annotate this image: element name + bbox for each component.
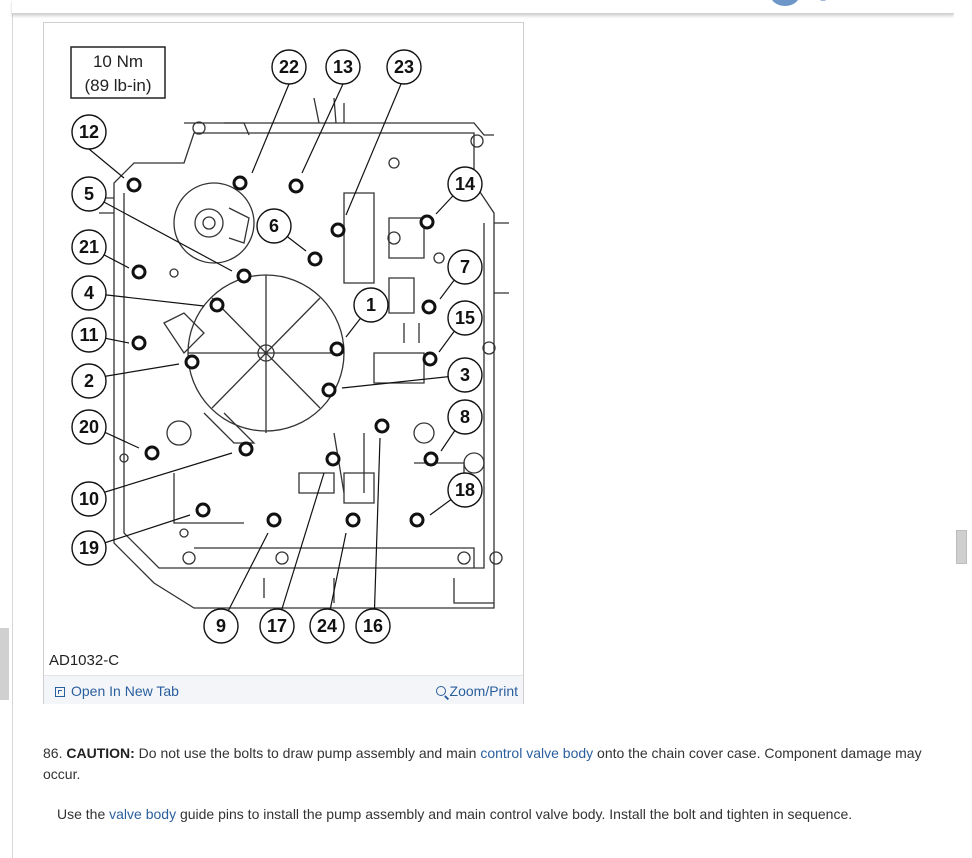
svg-text:2: 2	[84, 371, 94, 391]
svg-text:10: 10	[79, 489, 99, 509]
svg-text:12: 12	[79, 122, 99, 142]
new-tab-icon	[55, 687, 65, 697]
callout-18: 18	[447, 472, 483, 508]
svg-text:20: 20	[79, 417, 99, 437]
callout-8: 8	[447, 399, 483, 435]
svg-text:14: 14	[455, 174, 475, 194]
left-panel-edge	[0, 0, 13, 858]
svg-text:7: 7	[460, 257, 470, 277]
step-instruction: Use the valve body guide pins to install…	[57, 804, 947, 825]
step-number: 86.	[43, 745, 63, 761]
callout-1: 1	[353, 287, 389, 323]
open-in-new-tab-label: Open In New Tab	[71, 683, 179, 699]
valve-body-link[interactable]: valve body	[109, 806, 176, 822]
caution-label: CAUTION:	[66, 745, 135, 761]
svg-text:8: 8	[460, 407, 470, 427]
svg-text:13: 13	[333, 57, 353, 77]
callout-19: 19	[71, 530, 107, 566]
callout-15: 15	[447, 300, 483, 336]
top-toolbar: ■	[12, 0, 954, 14]
instruction-text-before: Use the	[57, 806, 110, 822]
zoom-print-link[interactable]: Zoom/Print	[435, 683, 518, 699]
callout-10: 10	[71, 481, 107, 517]
callout-24: 24	[309, 608, 345, 644]
callout-2: 2	[71, 363, 107, 399]
svg-text:22: 22	[279, 57, 299, 77]
svg-text:15: 15	[455, 308, 475, 328]
svg-text:9: 9	[216, 616, 226, 636]
callout-4: 4	[71, 275, 107, 311]
valve-body-drawing	[99, 97, 509, 609]
callout-23: 23	[386, 49, 422, 85]
torque-lbin: (89 lb-in)	[84, 76, 151, 95]
callout-3: 3	[447, 357, 483, 393]
callout-6: 6	[256, 208, 292, 244]
step-86-caution: 86. CAUTION: Do not use the bolts to dra…	[43, 743, 948, 785]
caution-text-before: Do not use the bolts to draw pump assemb…	[134, 745, 481, 761]
svg-text:17: 17	[267, 616, 287, 636]
callout-20: 20	[71, 409, 107, 445]
avatar[interactable]	[770, 0, 800, 6]
callout-7: 7	[447, 249, 483, 285]
callout-leaders	[88, 83, 465, 626]
page-scrollbar[interactable]	[954, 0, 972, 858]
open-in-new-tab-link[interactable]: Open In New Tab	[55, 683, 179, 699]
callout-21: 21	[71, 229, 107, 265]
callout-5: 5	[71, 176, 107, 212]
svg-text:4: 4	[84, 283, 94, 303]
callout-11: 11	[71, 317, 107, 353]
control-valve-body-link[interactable]: control valve body	[480, 745, 593, 761]
callout-9: 9	[203, 608, 239, 644]
callout-12: 12	[71, 114, 107, 150]
illustration-figure: 10 Nm (89 lb-in) 22 13 23 12 5 6 21 4 11…	[43, 22, 524, 704]
callout-17: 17	[259, 608, 295, 644]
callout-22: 22	[271, 49, 307, 85]
svg-text:23: 23	[394, 57, 414, 77]
svg-text:21: 21	[79, 237, 99, 257]
svg-text:19: 19	[79, 538, 99, 558]
page-scrollbar-thumb[interactable]	[956, 530, 967, 564]
left-scroll-thumb[interactable]	[0, 628, 9, 700]
svg-text:16: 16	[363, 616, 383, 636]
callout-13: 13	[325, 49, 361, 85]
svg-text:3: 3	[460, 365, 470, 385]
zoom-icon	[435, 686, 446, 696]
torque-nm: 10 Nm	[93, 52, 143, 71]
figure-id: AD1032-C	[49, 652, 120, 669]
valve-body-bolt-diagram: 10 Nm (89 lb-in) 22 13 23 12 5 6 21 4 11…	[70, 46, 509, 644]
figure-toolbar: Open In New Tab Zoom/Print	[44, 675, 523, 704]
instruction-text-after: guide pins to install the pump assembly …	[176, 806, 853, 822]
svg-text:24: 24	[317, 616, 337, 636]
svg-text:1: 1	[366, 295, 376, 315]
callout-14: 14	[447, 166, 483, 202]
svg-text:18: 18	[455, 480, 475, 500]
callout-16: 16	[355, 608, 391, 644]
svg-text:5: 5	[84, 184, 94, 204]
svg-text:11: 11	[79, 325, 98, 345]
svg-text:6: 6	[269, 216, 279, 236]
zoom-print-label: Zoom/Print	[449, 683, 518, 699]
notification-icon[interactable]: ■	[820, 0, 842, 4]
